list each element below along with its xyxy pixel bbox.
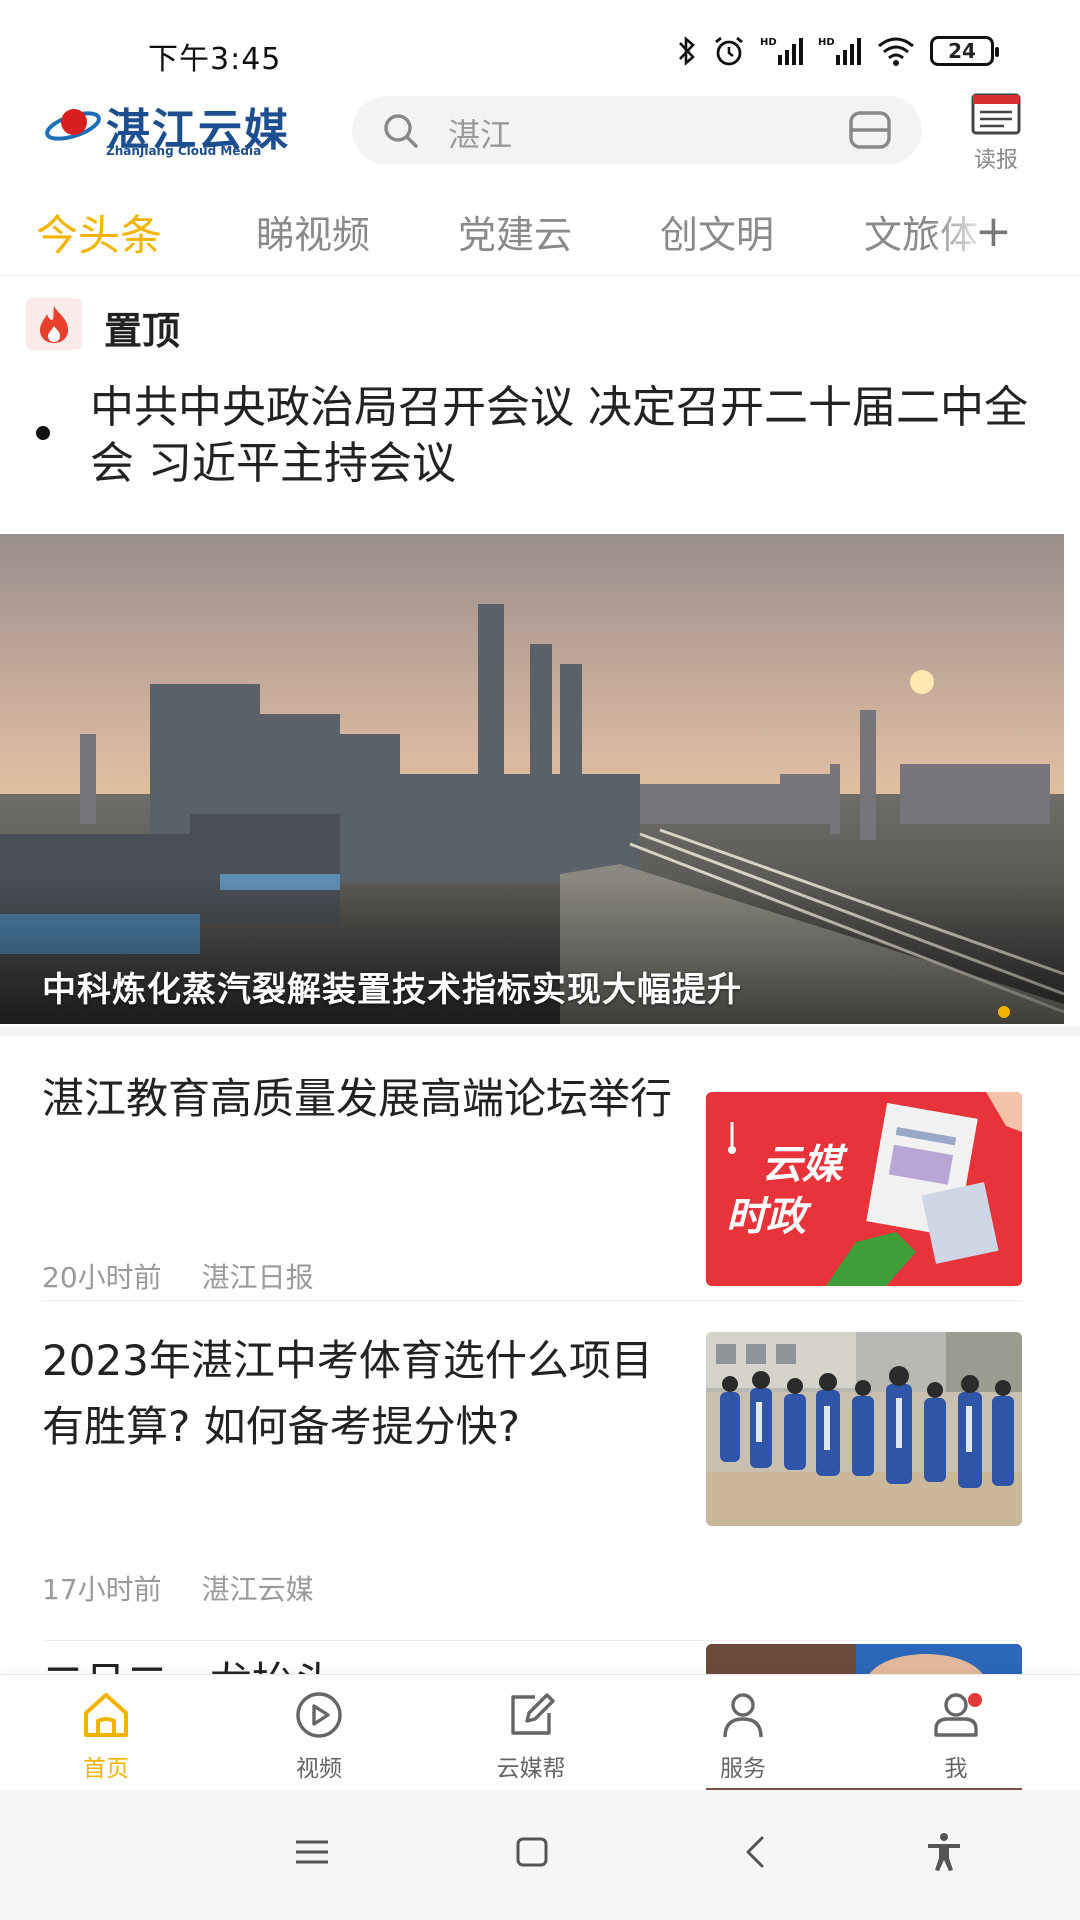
news-meta: 20小时前 湛江日报 <box>42 1256 314 1296</box>
tab-video[interactable]: 睇视频 <box>256 204 370 259</box>
edit-icon <box>511 1693 555 1735</box>
play-icon <box>296 1692 342 1738</box>
banner-carousel[interactable]: 中科炼化蒸汽裂解装置技术指标实现大幅提升 <box>0 534 1064 1024</box>
system-navigation <box>0 1790 1080 1920</box>
bottom-navigation: 首页 视频 云媒帮 服务 我 <box>0 1674 1080 1788</box>
thumb-text-cloud-media: 云媒 <box>762 1142 842 1188</box>
nav-video[interactable]: 视频 <box>259 1689 379 1783</box>
bluetooth-icon <box>676 34 698 68</box>
status-bar: 下午3:45 HD HD 24 <box>0 0 1080 90</box>
search-icon <box>384 114 418 148</box>
bullet-dot <box>36 426 50 440</box>
nav-service[interactable]: 服务 <box>683 1689 803 1783</box>
nav-me[interactable]: 我 <box>896 1689 1016 1783</box>
news-source: 湛江云媒 <box>201 1573 314 1606</box>
add-channel-button[interactable]: + <box>975 210 1012 254</box>
tab-civilization[interactable]: 创文明 <box>660 204 774 259</box>
newspaper-icon <box>971 93 1021 135</box>
back-icon[interactable] <box>734 1830 778 1874</box>
wifi-icon <box>876 34 916 68</box>
accessibility-icon[interactable] <box>922 1830 966 1874</box>
tab-party-cloud[interactable]: 党建云 <box>458 204 572 259</box>
tab-headlines[interactable]: 今头条 <box>36 202 162 263</box>
banner-caption: 中科炼化蒸汽裂解装置技术指标实现大幅提升 <box>42 970 742 1010</box>
menu-icon[interactable] <box>290 1830 334 1874</box>
reader-button[interactable]: 读报 <box>966 92 1026 173</box>
divider <box>42 1640 1022 1641</box>
news-thumbnail: 云媒 时政 <box>706 1092 1022 1286</box>
search-input[interactable]: 湛江 <box>448 110 512 156</box>
person-icon <box>723 1693 763 1738</box>
reader-label: 读报 <box>973 148 1018 173</box>
channel-tabs: 今头条 睇视频 党建云 创文明 文旅体 + <box>0 196 1080 276</box>
status-time: 下午3:45 <box>148 42 282 77</box>
alarm-icon <box>712 34 746 68</box>
news-time: 20小时前 <box>42 1261 162 1294</box>
section-separator <box>0 1026 1080 1036</box>
pinned-article-title: 中共中央政治局召开会议 决定召开二十届二中全会 习近平主持会议 <box>90 382 1028 489</box>
pinned-label: 置顶 <box>104 309 181 353</box>
home-icon <box>84 1693 128 1737</box>
svg-text:HD: HD <box>760 37 777 48</box>
home-square-icon[interactable] <box>510 1830 554 1874</box>
logo-subtitle: ZhanJiang Cloud Media <box>106 144 262 158</box>
app-logo: 湛江云媒 ZhanJiang Cloud Media <box>44 94 296 164</box>
thumb-text-politics: 时政 <box>726 1194 806 1240</box>
students-running-image <box>706 1332 1022 1526</box>
logo-mark-icon <box>45 109 101 141</box>
notification-dot <box>968 1693 982 1707</box>
news-title: 湛江教育高质量发展高端论坛举行 <box>42 1074 673 1123</box>
nav-label: 首页 <box>83 1756 129 1782</box>
banner-image <box>0 534 1064 1024</box>
news-time: 17小时前 <box>42 1573 162 1606</box>
news-thumbnail <box>706 1332 1022 1526</box>
divider <box>42 1300 1022 1301</box>
news-meta: 17小时前 湛江云媒 <box>42 1568 314 1608</box>
fire-icon <box>26 298 82 350</box>
news-title: 2023年湛江中考体育选什么项目有胜算? 如何备考提分快? <box>42 1336 653 1451</box>
hd-signal-icon: HD <box>818 34 862 68</box>
nav-label: 云媒帮 <box>496 1756 566 1782</box>
nav-home[interactable]: 首页 <box>46 1689 166 1783</box>
search-bar[interactable]: 湛江 <box>352 96 922 164</box>
scan-icon[interactable] <box>848 110 892 150</box>
battery-icon: 24 <box>930 36 999 66</box>
nav-label: 我 <box>944 1756 968 1782</box>
nav-cloud-help[interactable]: 云媒帮 <box>471 1689 591 1783</box>
nav-label: 视频 <box>296 1756 342 1782</box>
status-icons: HD HD 24 <box>676 34 999 68</box>
nav-label: 服务 <box>720 1756 766 1782</box>
carousel-indicator <box>998 1006 1010 1018</box>
header: 湛江云媒 ZhanJiang Cloud Media 湛江 读报 <box>0 92 1080 173</box>
svg-text:HD: HD <box>818 37 835 48</box>
hd-signal-icon: HD <box>760 34 804 68</box>
news-source: 湛江日报 <box>201 1261 314 1294</box>
